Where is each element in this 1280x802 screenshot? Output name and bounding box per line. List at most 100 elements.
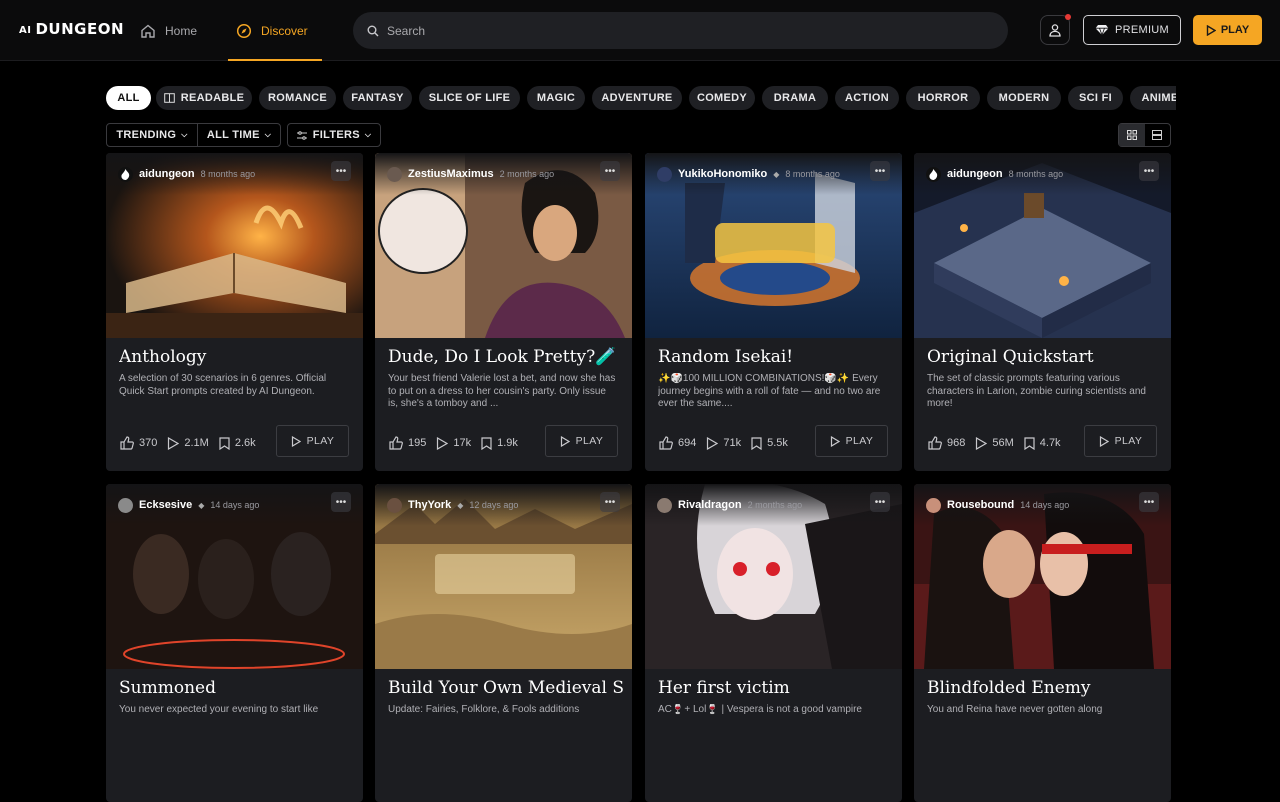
- chip-anime[interactable]: ANIME: [1130, 86, 1176, 110]
- premium-label: PREMIUM: [1114, 24, 1170, 36]
- chip-slice-of-life[interactable]: SLICE OF LIFE: [419, 86, 520, 110]
- likes[interactable]: 195: [389, 436, 426, 450]
- card-description: You never expected your evening to start…: [119, 704, 319, 715]
- card-description: A selection of 30 scenarios in 6 genres.…: [119, 373, 327, 397]
- avatar[interactable]: [387, 166, 402, 182]
- card-description: ✨🎲100 MILLION COMBINATIONS!🎲✨ Every jour…: [658, 373, 881, 409]
- ellipsis-icon: •••: [604, 496, 616, 508]
- avatar[interactable]: [118, 166, 133, 182]
- chip-fantasy[interactable]: FANTASY: [343, 86, 412, 110]
- verified-gem-icon: ◆: [457, 500, 464, 510]
- list-icon: [1152, 130, 1163, 140]
- avatar[interactable]: [926, 166, 941, 182]
- book-icon: [163, 93, 175, 103]
- author-name[interactable]: ZestiusMaximus: [408, 168, 494, 180]
- chip-modern[interactable]: MODERN: [987, 86, 1061, 110]
- bookmark-icon: [751, 436, 762, 450]
- logo[interactable]: AI DUNGEON: [19, 20, 124, 38]
- timestamp: 2 months ago: [747, 500, 803, 510]
- chip-comedy[interactable]: COMEDY: [689, 86, 755, 110]
- play-button[interactable]: PLAY: [1193, 15, 1262, 45]
- time-dropdown[interactable]: ALL TIME ⌵: [197, 123, 281, 147]
- card-description: Your best friend Valerie lost a bet, and…: [388, 373, 616, 409]
- saves[interactable]: 5.5k: [751, 436, 788, 450]
- chip-horror[interactable]: HORROR: [906, 86, 980, 110]
- scenario-card[interactable]: aidungeon 8 months ago ••• Original Quic…: [914, 153, 1171, 471]
- scenario-card[interactable]: aidungeon 8 months ago ••• Anthology A s…: [106, 153, 363, 471]
- scenario-card[interactable]: ThyYork ◆ 12 days ago ••• Build Your Own…: [375, 484, 632, 802]
- avatar[interactable]: [118, 497, 133, 513]
- card-play-button[interactable]: PLAY: [545, 425, 618, 457]
- likes[interactable]: 694: [659, 436, 696, 450]
- sort-dropdown[interactable]: TRENDING ⌵: [106, 123, 198, 147]
- sliders-icon: [296, 130, 307, 140]
- avatar[interactable]: [657, 166, 672, 182]
- chip-magic[interactable]: MAGIC: [527, 86, 585, 110]
- avatar[interactable]: [657, 497, 672, 513]
- author-name[interactable]: Ecksesive: [139, 499, 192, 511]
- ellipsis-icon: •••: [1143, 165, 1155, 177]
- chip-readable[interactable]: READABLE: [156, 86, 252, 110]
- ellipsis-icon: •••: [335, 165, 347, 177]
- likes[interactable]: 370: [120, 436, 157, 450]
- saves[interactable]: 2.6k: [219, 436, 256, 450]
- filters-button[interactable]: FILTERS ⌵: [287, 123, 381, 147]
- card-play-button[interactable]: PLAY: [276, 425, 349, 457]
- card-header: YukikoHonomiko ◆ 8 months ago: [645, 153, 902, 195]
- chip-all[interactable]: ALL: [106, 86, 151, 110]
- saves[interactable]: 4.7k: [1024, 436, 1061, 450]
- more-options-button[interactable]: •••: [331, 161, 351, 181]
- more-options-button[interactable]: •••: [600, 161, 620, 181]
- play-label: PLAY: [1220, 24, 1250, 36]
- search-icon: [367, 25, 379, 36]
- card-header: ThyYork ◆ 12 days ago: [375, 484, 632, 526]
- card-stats: 694 71k 5.5k: [659, 436, 798, 450]
- card-play-button[interactable]: PLAY: [1084, 425, 1157, 457]
- flame-icon: [929, 168, 938, 180]
- chip-adventure[interactable]: ADVENTURE: [592, 86, 682, 110]
- card-title: Her first victim: [658, 678, 790, 698]
- thumbs-up-icon: [928, 436, 942, 450]
- more-options-button[interactable]: •••: [600, 492, 620, 512]
- chip-sci-fi[interactable]: SCI FI: [1068, 86, 1123, 110]
- likes[interactable]: 968: [928, 436, 965, 450]
- author-name[interactable]: aidungeon: [139, 168, 195, 180]
- chip-drama[interactable]: DRAMA: [762, 86, 828, 110]
- card-play-button[interactable]: PLAY: [815, 425, 888, 457]
- card-title: Summoned: [119, 678, 216, 698]
- avatar[interactable]: [926, 497, 941, 513]
- nav-home[interactable]: Home: [140, 0, 210, 61]
- card-title: Blindfolded Enemy: [927, 678, 1091, 698]
- more-options-button[interactable]: •••: [1139, 492, 1159, 512]
- timestamp: 8 months ago: [785, 169, 840, 179]
- compass-icon: [236, 23, 252, 38]
- card-stats: 370 2.1M 2.6k: [120, 436, 266, 450]
- author-name[interactable]: aidungeon: [947, 168, 1003, 180]
- scenario-card[interactable]: YukikoHonomiko ◆ 8 months ago ••• Random…: [645, 153, 902, 471]
- more-options-button[interactable]: •••: [870, 161, 890, 181]
- chip-action[interactable]: ACTION: [835, 86, 899, 110]
- author-name[interactable]: YukikoHonomiko: [678, 168, 767, 180]
- home-icon: [141, 24, 155, 38]
- premium-button[interactable]: PREMIUM: [1083, 15, 1181, 45]
- scenario-card[interactable]: Rivaldragon 2 months ago ••• Her first v…: [645, 484, 902, 802]
- author-name[interactable]: Rousebound: [947, 499, 1014, 511]
- saves[interactable]: 1.9k: [481, 436, 518, 450]
- author-name[interactable]: Rivaldragon: [678, 499, 742, 511]
- ellipsis-icon: •••: [1143, 496, 1155, 508]
- more-options-button[interactable]: •••: [870, 492, 890, 512]
- chip-romance[interactable]: ROMANCE: [259, 86, 336, 110]
- avatar[interactable]: [387, 497, 402, 513]
- author-name[interactable]: ThyYork: [408, 499, 451, 511]
- search-input[interactable]: Search: [353, 12, 1008, 49]
- list-view-button[interactable]: [1145, 124, 1171, 146]
- timestamp: 2 months ago: [499, 169, 555, 179]
- more-options-button[interactable]: •••: [331, 492, 351, 512]
- nav-discover[interactable]: Discover: [228, 0, 322, 61]
- grid-view-button[interactable]: [1119, 124, 1145, 146]
- scenario-card[interactable]: ZestiusMaximus 2 months ago ••• Dude, Do…: [375, 153, 632, 471]
- more-options-button[interactable]: •••: [1139, 161, 1159, 181]
- scenario-card[interactable]: Ecksesive ◆ 14 days ago ••• Summoned You…: [106, 484, 363, 802]
- plays: 56M: [975, 436, 1014, 450]
- scenario-card[interactable]: Rousebound 14 days ago ••• Blindfolded E…: [914, 484, 1171, 802]
